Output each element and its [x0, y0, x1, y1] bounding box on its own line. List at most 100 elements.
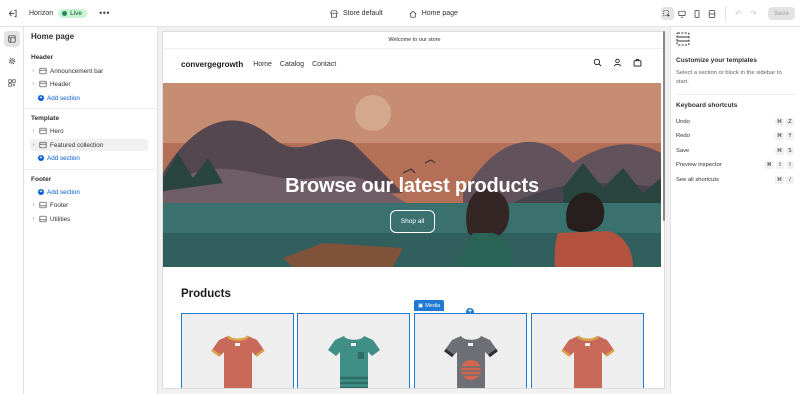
sidebar-item-featured-collection[interactable]: › Featured collection	[30, 139, 148, 151]
add-section-label: Add section	[47, 154, 80, 162]
section-layout-icon	[39, 80, 47, 88]
chevron-right-icon[interactable]: ›	[30, 216, 37, 222]
chevron-right-icon[interactable]: ›	[30, 128, 37, 134]
hero-section[interactable]: Browse our latest products Shop all	[163, 83, 661, 267]
shortcut-keys: ⌘ Z	[775, 118, 794, 126]
key-cap: /	[786, 176, 794, 184]
image-icon: ▣	[418, 302, 424, 309]
panel-divider	[676, 94, 796, 95]
sidebar-item-label: Header	[50, 80, 71, 88]
store-header: convergegrowth Home Catalog Contact	[163, 49, 664, 79]
product-card[interactable]	[181, 313, 294, 388]
chevron-right-icon[interactable]: ›	[30, 202, 37, 208]
chevron-right-icon[interactable]: ›	[30, 142, 37, 148]
search-icon[interactable]	[593, 58, 602, 67]
add-section-label: Add section	[47, 188, 80, 196]
shortcut-save: Save ⌘ S	[676, 146, 794, 156]
shortcut-undo: Undo ⌘ Z	[676, 117, 794, 127]
context-pickers: Store default Home page	[330, 0, 458, 27]
account-icon[interactable]	[613, 58, 622, 67]
shop-all-button[interactable]: Shop all	[390, 210, 435, 233]
product-card[interactable]	[531, 313, 644, 388]
undo-icon: ↶	[734, 9, 742, 18]
apps-tab[interactable]	[4, 75, 20, 91]
tshirt-image	[211, 335, 265, 388]
page-picker-label: Home page	[421, 10, 458, 17]
sections-tab[interactable]	[3, 31, 20, 47]
store-picker-label: Store default	[343, 10, 383, 17]
sidebar-item-utilities[interactable]: › Utilities	[30, 213, 148, 225]
redo-icon: ↷	[749, 9, 757, 18]
tshirt-image	[328, 336, 380, 388]
key-cap: ⌘	[775, 132, 784, 140]
live-status-badge: Live	[58, 8, 88, 18]
nav-link-catalog[interactable]: Catalog	[280, 61, 304, 68]
nav-link-home[interactable]: Home	[253, 61, 272, 68]
shortcut-label: See all shortcuts	[676, 177, 719, 183]
key-cap: ⌘	[775, 147, 784, 155]
media-tag-label: Media	[425, 302, 441, 309]
section-layout-icon	[39, 141, 47, 149]
sidebar-item-footer[interactable]: › Footer	[30, 199, 148, 211]
sidebar-item-announcement-bar[interactable]: › Announcement bar	[30, 65, 148, 77]
editor-topbar: Horizon Live ••• Store default Home page…	[0, 0, 800, 27]
section-layout-icon	[39, 127, 47, 135]
chevron-right-icon[interactable]: ›	[30, 68, 37, 74]
cart-icon[interactable]	[633, 58, 642, 67]
store-picker[interactable]: Store default	[330, 9, 383, 18]
sidebar-page-title: Home page	[31, 32, 75, 41]
sidebar-item-hero[interactable]: › Hero	[30, 125, 148, 137]
add-section-header[interactable]: + Add section	[38, 93, 80, 103]
template-group-title: Template	[31, 115, 60, 122]
media-block-tag[interactable]: ▣ Media	[414, 300, 445, 311]
shortcut-see-all[interactable]: See all shortcuts ⌘ /	[676, 175, 794, 185]
panel-heading: Customize your templates	[676, 57, 757, 64]
storefront-preview: Welcome to our store convergegrowth Home…	[158, 27, 670, 394]
sidebar-item-label: Footer	[50, 201, 69, 209]
announcement-bar[interactable]: Welcome to our store	[163, 32, 664, 49]
sections-sidebar: Home page Header › Announcement bar › He…	[24, 27, 158, 394]
shortcut-keys: ⌘ /	[775, 176, 794, 184]
save-button[interactable]: Save	[767, 7, 795, 20]
exit-icon	[8, 9, 17, 17]
shortcut-label: Undo	[676, 119, 690, 125]
desktop-view-button[interactable]	[676, 7, 689, 20]
sidebar-item-header[interactable]: › Header	[30, 78, 148, 90]
redo-button[interactable]: ↷	[747, 7, 760, 20]
product-card[interactable]	[414, 313, 527, 388]
mobile-view-button[interactable]	[691, 7, 704, 20]
key-cap: ⌘	[775, 118, 784, 126]
shortcut-keys: ⌘ ⇧ I	[764, 161, 794, 169]
group-divider	[24, 108, 158, 109]
tshirt-image	[561, 335, 615, 388]
header-group-title: Header	[31, 54, 54, 61]
add-section-template[interactable]: + Add section	[38, 153, 80, 163]
shortcut-redo: Redo ⌘ Y	[676, 131, 794, 141]
left-icon-rail	[0, 27, 24, 394]
tshirt-image	[444, 336, 498, 388]
nav-link-contact[interactable]: Contact	[312, 61, 336, 68]
group-divider	[24, 169, 158, 170]
theme-settings-tab[interactable]	[4, 53, 20, 69]
live-dot-icon	[62, 10, 68, 16]
inspector-toggle[interactable]	[660, 7, 674, 20]
section-layout-icon	[39, 215, 47, 223]
theme-name[interactable]: Horizon	[29, 10, 53, 17]
desktop-icon	[678, 10, 686, 18]
shortcut-label: Redo	[676, 133, 690, 139]
undo-button[interactable]: ↶	[732, 7, 745, 20]
sidebar-item-label: Hero	[50, 127, 64, 135]
store-nav: Home Catalog Contact	[253, 61, 336, 68]
more-actions-icon[interactable]: •••	[99, 8, 110, 18]
store-brand[interactable]: convergegrowth	[181, 60, 243, 69]
exit-button[interactable]	[0, 0, 24, 27]
shortcut-label: Save	[676, 148, 690, 154]
apps-icon	[7, 79, 16, 87]
add-section-footer[interactable]: + Add section	[38, 187, 80, 197]
preview-scrollbar[interactable]	[663, 31, 665, 221]
page-picker[interactable]: Home page	[409, 10, 458, 18]
product-card[interactable]	[297, 313, 410, 388]
fullscreen-view-button[interactable]	[706, 7, 719, 20]
key-cap: ⌘	[775, 176, 784, 184]
chevron-right-icon[interactable]: ›	[30, 81, 37, 87]
